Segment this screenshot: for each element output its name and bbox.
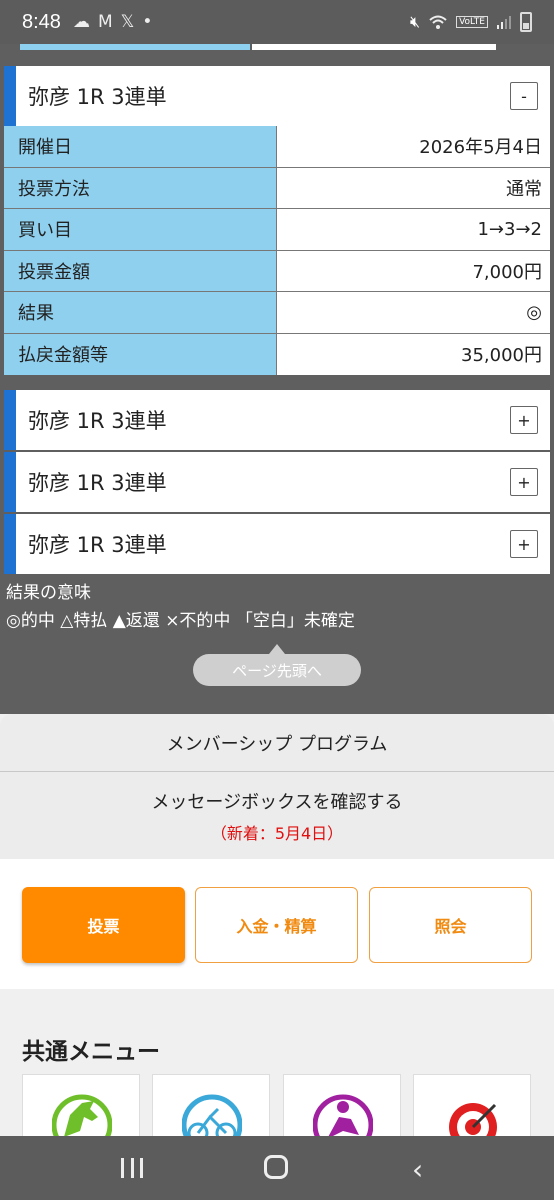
row-label: 結果 bbox=[4, 292, 276, 333]
row-value: 35,000円 bbox=[277, 333, 550, 375]
back-icon[interactable]: ‹ bbox=[412, 1153, 423, 1186]
mute-icon: 🔇︎ bbox=[409, 12, 421, 31]
row-value: 通常 bbox=[277, 167, 550, 208]
bet-detail-table: 開催日 2026年5月4日 投票方法 通常 買い目 1→3→2 投票金額 7,0… bbox=[4, 126, 550, 375]
previous-card-edge bbox=[0, 44, 554, 50]
table-row: 開催日 2026年5月4日 bbox=[4, 126, 550, 168]
table-row: 結果 ◎ bbox=[4, 292, 550, 334]
signal-icon bbox=[497, 16, 511, 29]
bet-card-header[interactable]: 弥彦 1R 3連単 + bbox=[4, 452, 550, 512]
row-label: 投票方法 bbox=[4, 167, 276, 208]
row-value: 1→3→2 bbox=[277, 209, 550, 250]
table-row: 投票金額 7,000円 bbox=[4, 250, 550, 292]
row-value: 7,000円 bbox=[277, 250, 550, 291]
row-value: 2026年5月4日 bbox=[277, 126, 550, 167]
home-icon[interactable] bbox=[264, 1155, 288, 1179]
bet-card-header[interactable]: 弥彦 1R 3連単 + bbox=[4, 514, 550, 574]
collapse-button[interactable]: - bbox=[510, 82, 538, 110]
row-label: 払戻金額等 bbox=[4, 333, 276, 375]
recent-apps-icon[interactable] bbox=[121, 1158, 143, 1178]
x-icon: 𝕏 bbox=[120, 12, 135, 32]
bet-card-header[interactable]: 弥彦 1R 3連単 + bbox=[4, 390, 550, 450]
result-legend-title: 結果の意味 bbox=[6, 583, 91, 603]
new-message-notice: （新着：5月4日） bbox=[210, 823, 344, 843]
status-time: 8:48 bbox=[22, 10, 61, 33]
battery-icon bbox=[520, 12, 532, 32]
bet-card-header[interactable]: 弥彦 1R 3連単 - bbox=[4, 66, 550, 126]
deposit-settle-button[interactable]: 入金・精算 bbox=[195, 887, 358, 963]
bet-card-title: 弥彦 1R 3連単 bbox=[28, 85, 167, 109]
wifi-icon bbox=[429, 15, 447, 29]
gmail-icon: M bbox=[97, 12, 113, 32]
row-label: 買い目 bbox=[4, 209, 276, 250]
message-box-link[interactable]: メッセージボックスを確認する （新着：5月4日） bbox=[0, 772, 554, 859]
volte-icon: VoLTE bbox=[456, 16, 488, 28]
table-row: 買い目 1→3→2 bbox=[4, 209, 550, 251]
expand-button[interactable]: + bbox=[510, 530, 538, 558]
member-panel: メンバーシップ プログラム メッセージボックスを確認する （新着：5月4日） bbox=[0, 714, 554, 859]
dot-icon: • bbox=[142, 12, 153, 32]
inquiry-button[interactable]: 照会 bbox=[369, 887, 532, 963]
common-menu-title: 共通メニュー bbox=[22, 1039, 160, 1065]
vote-button[interactable]: 投票 bbox=[22, 887, 185, 963]
bet-card-title: 弥彦 1R 3連単 bbox=[28, 471, 167, 495]
row-label: 投票金額 bbox=[4, 250, 276, 291]
table-row: 払戻金額等 35,000円 bbox=[4, 333, 550, 375]
table-row: 投票方法 通常 bbox=[4, 167, 550, 209]
cloud-icon: ☁ bbox=[72, 12, 90, 32]
expand-button[interactable]: + bbox=[510, 468, 538, 496]
membership-program-link[interactable]: メンバーシップ プログラム bbox=[0, 714, 554, 772]
result-legend-text: ◎的中 △特払 ▲返還 ×不的中 「空白」未確定 bbox=[6, 611, 355, 631]
row-label: 開催日 bbox=[4, 126, 276, 167]
expand-button[interactable]: + bbox=[510, 406, 538, 434]
bet-card-title: 弥彦 1R 3連単 bbox=[28, 409, 167, 433]
status-bar: 8:48 ☁ M 𝕏 • 🔇︎ VoLTE bbox=[0, 0, 554, 44]
bet-card-title: 弥彦 1R 3連単 bbox=[28, 533, 167, 557]
page-top-button[interactable]: ページ先頭へ bbox=[193, 644, 361, 686]
message-box-label: メッセージボックスを確認する bbox=[151, 791, 403, 813]
row-value: ◎ bbox=[277, 292, 550, 333]
